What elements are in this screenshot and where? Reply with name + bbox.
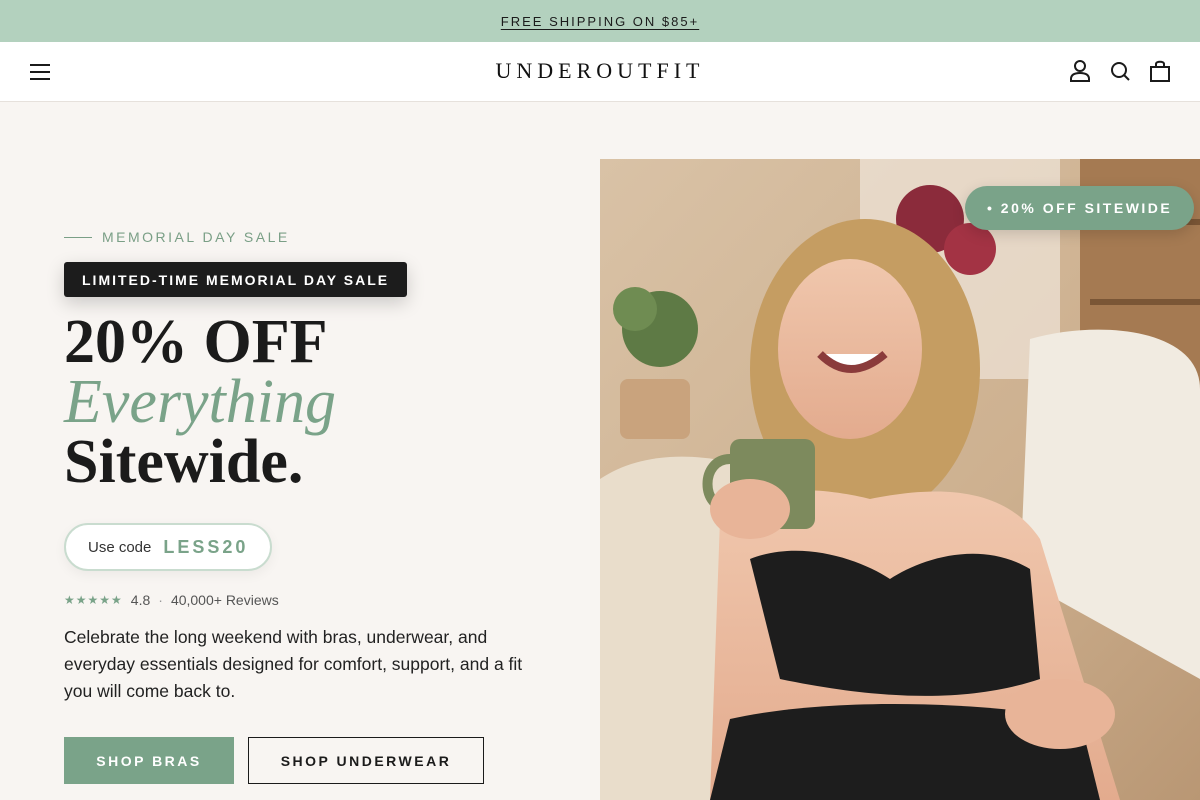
rating-separator: · <box>158 592 163 608</box>
headline-line-2: Everything <box>64 368 337 436</box>
shop-underwear-button[interactable]: SHOP UNDERWEAR <box>248 737 484 784</box>
promo-code-value: LESS20 <box>163 536 249 557</box>
announcement-bar: FREE SHIPPING ON $85+ <box>0 0 1200 42</box>
rating-score: 4.8 <box>130 592 151 608</box>
promo-code-pill[interactable]: Use code LESS20 <box>64 523 273 571</box>
hero-headline: 20% OFF Everything Sitewide. <box>64 308 337 496</box>
rating-reviews[interactable]: 40,000+ Reviews <box>171 592 279 608</box>
announcement-link[interactable]: FREE SHIPPING ON $85+ <box>501 14 699 29</box>
sale-badge: LIMITED-TIME MEMORIAL DAY SALE <box>64 262 408 297</box>
site-logo[interactable]: UNDEROUTFIT <box>0 58 1200 84</box>
eyebrow: MEMORIAL DAY SALE <box>64 229 290 245</box>
eyebrow-text: MEMORIAL DAY SALE <box>102 229 290 245</box>
headline-line-1: 20% OFF <box>64 308 328 376</box>
hero-image <box>600 159 1200 800</box>
bag-icon[interactable] <box>1147 58 1173 84</box>
rating-row: ★★★★★ 4.8 · 40,000+ Reviews <box>64 592 279 608</box>
hero-content: MEMORIAL DAY SALE LIMITED-TIME MEMORIAL … <box>64 102 564 800</box>
promo-code-label: Use code <box>88 538 152 556</box>
shop-bras-button[interactable]: SHOP BRAS <box>64 737 234 784</box>
search-icon[interactable] <box>1107 58 1133 84</box>
site-header: UNDEROUTFIT <box>0 42 1200 102</box>
eyebrow-line <box>64 236 92 238</box>
hero-description: Celebrate the long weekend with bras, un… <box>64 627 523 701</box>
rating-stars-icon: ★★★★★ <box>64 593 123 607</box>
sitewide-sale-tag: • 20% OFF SITEWIDE <box>965 186 1195 230</box>
account-icon[interactable] <box>1067 58 1093 84</box>
headline-line-3: Sitewide. <box>64 428 304 496</box>
